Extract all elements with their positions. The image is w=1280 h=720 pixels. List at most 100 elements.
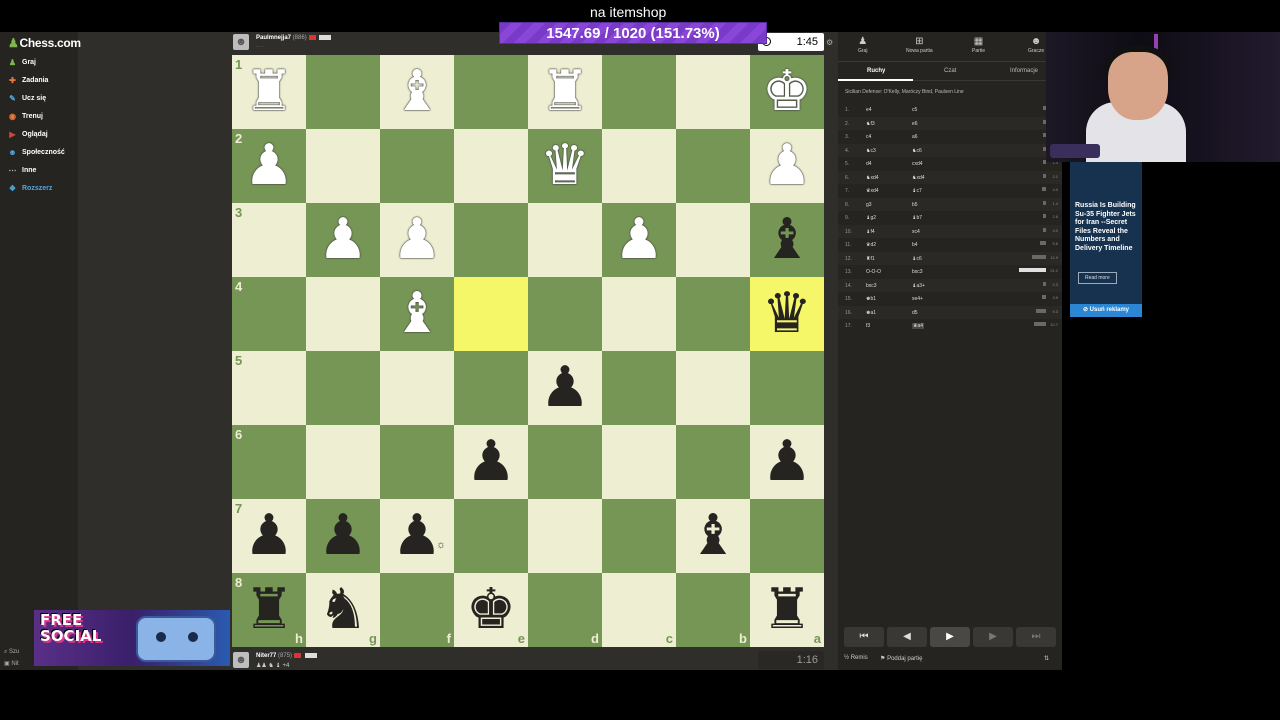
tab-2[interactable]: Czat [944, 68, 956, 74]
black-move[interactable]: e6 [912, 121, 918, 127]
black-piece[interactable]: ♟ [540, 360, 590, 416]
white-piece[interactable]: ♚ [762, 64, 812, 120]
white-move[interactable]: ♞c3 [866, 148, 876, 154]
player-bottom-name[interactable]: Niter77 (875) [256, 653, 317, 659]
white-move[interactable]: c4 [866, 134, 871, 140]
black-move[interactable]: xe4+ [912, 296, 923, 302]
white-piece[interactable]: ♜ [244, 64, 294, 120]
square[interactable]: b [676, 573, 750, 647]
white-move[interactable]: ♛xd4 [866, 188, 879, 194]
square[interactable] [454, 203, 528, 277]
square[interactable] [750, 499, 824, 573]
square[interactable]: 1 ♜ [232, 55, 306, 129]
sidebar-item-5[interactable]: ▶ Oglądaj [8, 130, 47, 139]
settings-icon[interactable]: ⚙ [826, 38, 833, 47]
ad-read-more-button[interactable]: Read more [1078, 272, 1117, 284]
next-move-button[interactable]: ▶ [973, 627, 1013, 647]
white-move[interactable]: bxc3 [866, 283, 877, 289]
black-piece[interactable]: ♟ [244, 508, 294, 564]
sidebar-item-2[interactable]: ✚ Zadania [8, 76, 48, 85]
sidebar-item-6[interactable]: ☻ Społeczność [8, 148, 65, 157]
square[interactable] [676, 129, 750, 203]
square[interactable] [528, 425, 602, 499]
square[interactable] [750, 351, 824, 425]
sidebar-item-7[interactable]: ⋯ Inne [8, 166, 37, 175]
white-move[interactable]: ♞xd4 [866, 175, 879, 181]
white-piece[interactable]: ♛ [540, 138, 590, 194]
user-item[interactable]: ▣ Nit [4, 658, 19, 670]
square[interactable]: 6 [232, 425, 306, 499]
square[interactable]: 2 ♟ [232, 129, 306, 203]
white-piece[interactable]: ♟ [244, 138, 294, 194]
black-move[interactable]: a6 [912, 134, 918, 140]
square[interactable] [602, 129, 676, 203]
square[interactable]: ♝ [380, 55, 454, 129]
square[interactable]: ♟ [306, 499, 380, 573]
play-button[interactable]: ▶ [930, 627, 970, 647]
square[interactable]: ♟ [602, 203, 676, 277]
black-piece[interactable]: ♜ [244, 582, 294, 638]
black-move[interactable]: c5 [912, 107, 917, 113]
white-move[interactable]: ♜f1 [866, 256, 875, 262]
square[interactable]: 8 h ♜ [232, 573, 306, 647]
black-move[interactable]: ♞xd4 [912, 175, 925, 181]
black-move[interactable]: xc4 [912, 229, 920, 235]
top-tab-4[interactable]: ☻ Gracze [1028, 36, 1044, 54]
square[interactable]: ♝ [750, 203, 824, 277]
top-tab-3[interactable]: ▦ Partie [972, 36, 985, 54]
square[interactable] [380, 425, 454, 499]
white-piece[interactable]: ♜ [540, 64, 590, 120]
square[interactable]: ♟ [380, 499, 454, 573]
chess-board[interactable]: 1 ♜ ♝ ♜ ♚ 2 ♟ ♛ ♟ 3 ♟ ♟ ♟ ♝ 4 ♝ ♛ 5 ♟ 6 ♟ ♟ 7 ♟ ♟ ♟ ♝ 8 h ♜ g ♞ f e ♚ d c b a ♜ [232, 55, 824, 647]
square[interactable]: ♝ [380, 277, 454, 351]
square[interactable]: ♟ [750, 129, 824, 203]
black-move[interactable]: d5 [912, 310, 918, 316]
sidebar-item-1[interactable]: ♟ Graj [8, 58, 36, 67]
square[interactable] [676, 277, 750, 351]
black-move[interactable]: ♛a4 [912, 323, 925, 329]
black-piece[interactable]: ♛ [762, 286, 812, 342]
tab-1[interactable]: Ruchy [867, 68, 885, 74]
square[interactable]: ♟ [306, 203, 380, 277]
white-piece[interactable]: ♝ [392, 286, 442, 342]
square[interactable]: ♝ [676, 499, 750, 573]
square[interactable] [380, 351, 454, 425]
last-move-button[interactable]: ⏭ [1016, 627, 1056, 647]
black-move[interactable]: ♝a3+ [912, 283, 925, 289]
white-piece[interactable]: ♟ [318, 212, 368, 268]
sidebar-item-8[interactable]: ❖ Rozszerz [8, 184, 52, 193]
square[interactable] [306, 425, 380, 499]
square[interactable] [676, 55, 750, 129]
square[interactable] [528, 499, 602, 573]
square[interactable] [602, 351, 676, 425]
first-move-button[interactable]: ⏮ [844, 627, 884, 647]
square[interactable]: ♜ [528, 55, 602, 129]
square[interactable] [454, 351, 528, 425]
black-piece[interactable]: ♞ [318, 582, 368, 638]
black-move[interactable]: b4 [912, 242, 918, 248]
square[interactable] [602, 425, 676, 499]
black-piece[interactable]: ♟ [762, 434, 812, 490]
white-move[interactable]: ♝g2 [866, 215, 876, 221]
square[interactable] [528, 203, 602, 277]
square[interactable] [676, 203, 750, 277]
black-move[interactable]: ♝c6 [912, 256, 922, 262]
search-item[interactable]: ⌕ Szu [4, 646, 19, 658]
square[interactable] [306, 55, 380, 129]
chess-com-logo[interactable]: ♟Chess.com [8, 36, 81, 50]
square[interactable]: ♟ [750, 425, 824, 499]
square[interactable]: c [602, 573, 676, 647]
square[interactable] [676, 351, 750, 425]
square[interactable] [380, 129, 454, 203]
black-move[interactable]: bxc3 [912, 269, 923, 275]
white-move[interactable]: ♝f4 [866, 229, 875, 235]
square[interactable]: 7 ♟ [232, 499, 306, 573]
black-piece[interactable]: ♝ [762, 212, 812, 268]
white-move[interactable]: O-O-O [866, 269, 881, 275]
resign-button[interactable]: ⚑ Poddaj partię [880, 655, 922, 662]
white-move[interactable]: f3 [866, 323, 870, 329]
black-piece[interactable]: ♜ [762, 582, 812, 638]
square[interactable]: 5 [232, 351, 306, 425]
black-move[interactable]: ♝c7 [912, 188, 922, 194]
white-move[interactable]: g3 [866, 202, 872, 208]
